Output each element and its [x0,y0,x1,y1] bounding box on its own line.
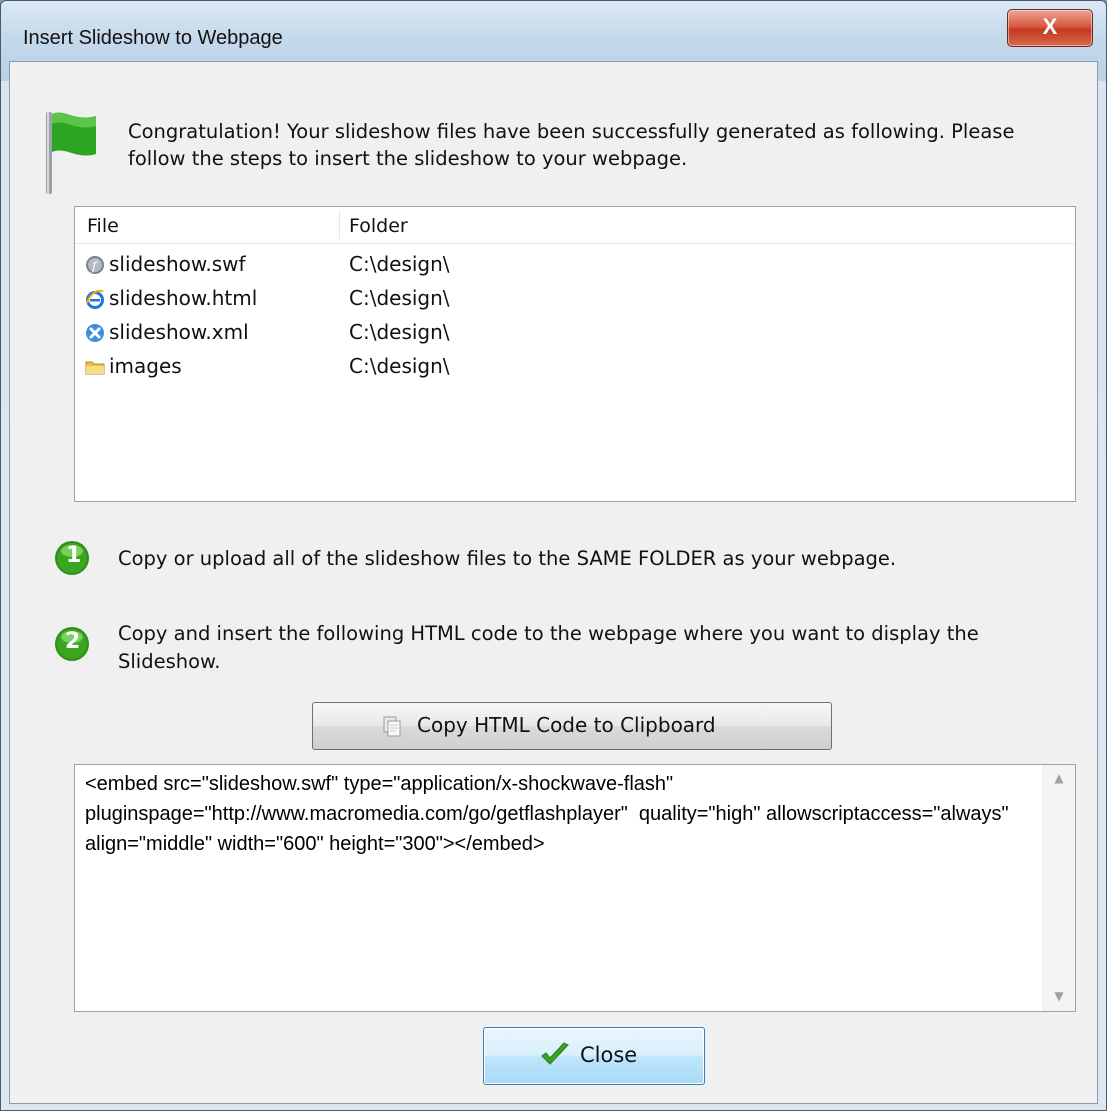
file-name: slideshow.xml [109,320,249,344]
code-scrollbar[interactable]: ▲ ▼ [1042,765,1075,1011]
flash-file-icon: f [86,256,104,274]
html-code-textarea[interactable]: <embed src="slideshow.swf" type="applica… [74,764,1076,1012]
file-name: images [109,354,182,378]
column-header-file[interactable]: File [87,215,119,237]
file-row-images[interactable]: images C:\design\ [75,351,1075,385]
html-code-text[interactable]: <embed src="slideshow.swf" type="applica… [85,769,1040,859]
file-folder: C:\design\ [349,354,450,378]
step-1-text: Copy or upload all of the slideshow file… [118,547,897,570]
checkmark-icon [541,1042,569,1065]
window-title: Insert Slideshow to Webpage [23,27,283,49]
file-folder: C:\design\ [349,286,450,310]
scroll-down-arrow-icon[interactable]: ▼ [1051,989,1067,1005]
file-name: slideshow.swf [109,252,246,276]
file-list-header: File Folder [75,207,1075,244]
scroll-up-arrow-icon[interactable]: ▲ [1051,771,1067,787]
file-folder: C:\design\ [349,252,450,276]
file-row-swf[interactable]: f slideshow.swf C:\design\ [75,249,1075,283]
copy-html-button[interactable]: Copy HTML Code to Clipboard [312,702,832,750]
dialog-content: Congratulation! Your slideshow files hav… [9,61,1098,1104]
intro-message: Congratulation! Your slideshow files hav… [128,120,1015,170]
folder-icon [85,361,105,375]
step-2-text: Copy and insert the following HTML code … [118,622,979,673]
file-row-xml[interactable]: slideshow.xml C:\design\ [75,317,1075,351]
ie-html-icon [86,289,104,309]
clipboard-icon [383,716,401,737]
dialog-window: Insert Slideshow to Webpage X Congratula… [0,0,1107,1111]
step-1-number: 1 [66,543,82,568]
green-flag-icon [46,112,96,194]
column-header-folder[interactable]: Folder [349,215,408,237]
xml-file-icon [86,324,104,342]
close-button[interactable]: Close [483,1027,705,1085]
file-name: slideshow.html [109,286,258,310]
window-close-button[interactable]: X [1007,9,1093,47]
copy-html-label: Copy HTML Code to Clipboard [417,713,716,737]
step-2-number: 2 [65,629,81,654]
file-folder: C:\design\ [349,320,450,344]
file-list[interactable]: File Folder f slideshow.swf C:\design\ s… [74,206,1076,502]
close-button-label: Close [580,1043,638,1067]
column-divider[interactable] [339,211,340,239]
file-row-html[interactable]: slideshow.html C:\design\ [75,283,1075,317]
